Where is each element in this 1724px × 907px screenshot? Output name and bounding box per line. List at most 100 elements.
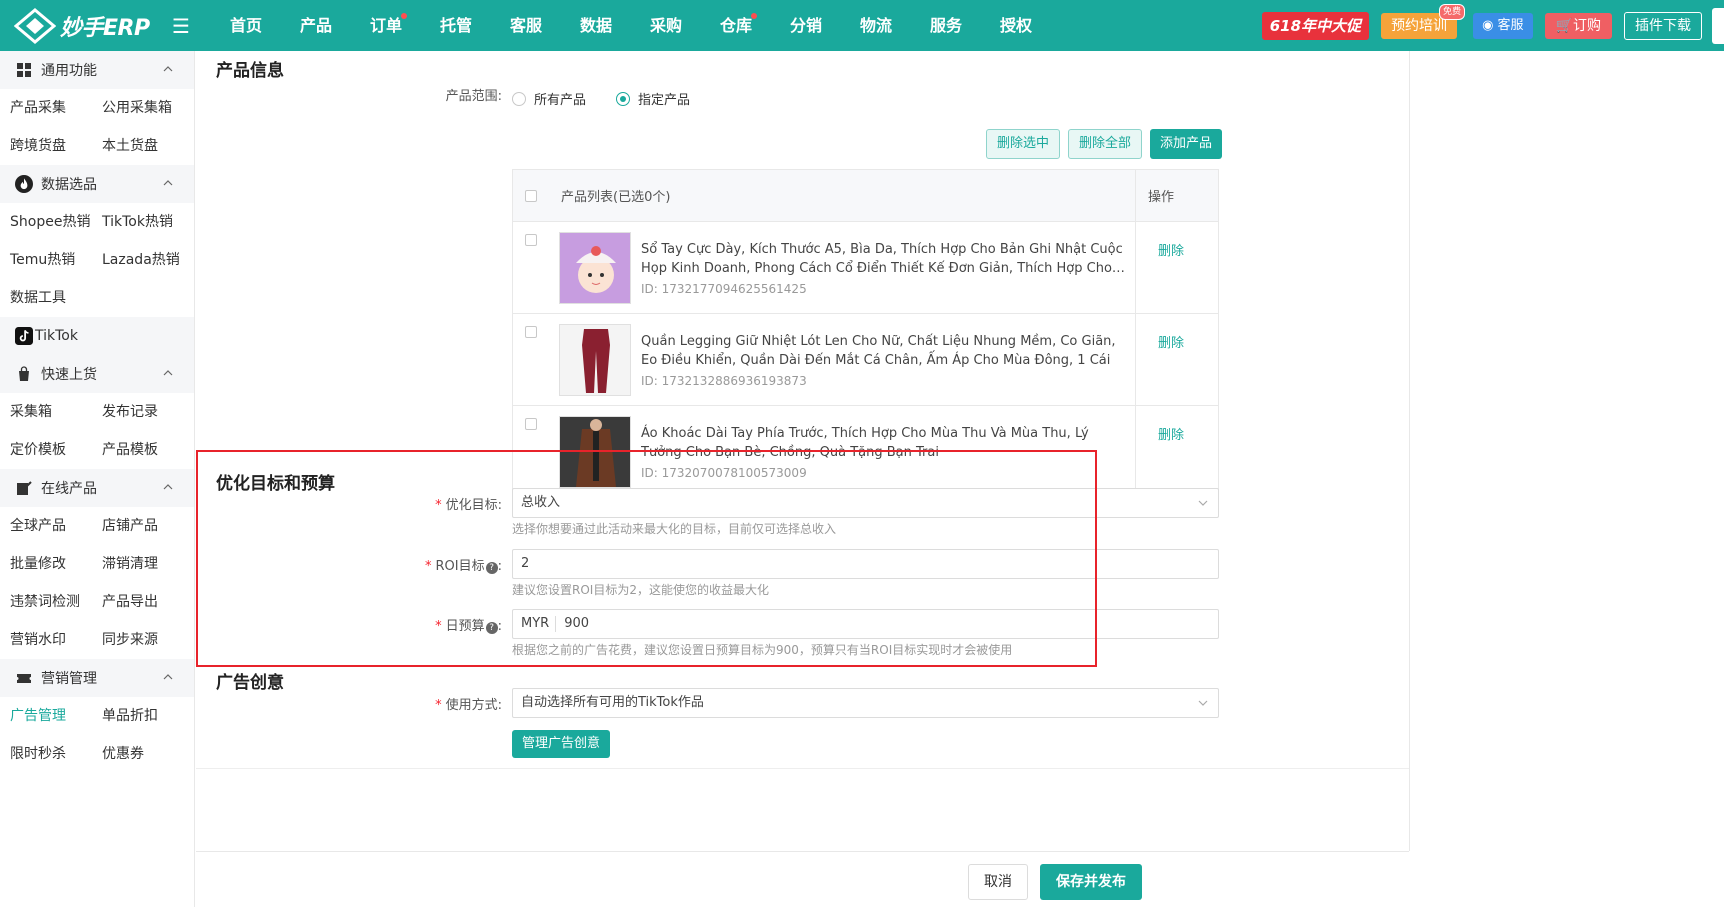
edit-icon xyxy=(15,479,33,497)
sidebar-item[interactable]: 产品采集 xyxy=(0,89,92,127)
nav-item-2[interactable]: 订单 xyxy=(351,0,421,51)
sidebar-item[interactable]: 店铺产品 xyxy=(92,507,192,545)
sidebar-section-header[interactable]: 快速上货 xyxy=(0,355,194,393)
radio-selected-products[interactable]: 指定产品 xyxy=(616,89,690,108)
top-navigation-bar: 妙手ERP ☰ 首页 产品 订单 托管 客服 数据 采购 仓库 分销 物流 服务 授权 618年中大促… xyxy=(0,0,1724,51)
product-id: ID: 1732132886936193873 xyxy=(641,373,807,388)
training-button[interactable]: 预约培训 免费 xyxy=(1381,3,1466,39)
order-button[interactable]: 🛒订购 xyxy=(1544,12,1612,39)
divider xyxy=(196,768,1409,769)
sidebar-item[interactable]: 本土货盘 xyxy=(92,127,192,165)
delete-product-link[interactable]: 删除 xyxy=(1158,424,1184,443)
add-product-button[interactable]: 添加产品 xyxy=(1150,129,1223,159)
nav-item-4[interactable]: 客服 xyxy=(491,0,561,51)
table-row: Quần Legging Giữ Nhiệt Lót Len Cho Nữ, C… xyxy=(513,314,1218,406)
product-thumbnail xyxy=(559,323,631,396)
section-title-product-info: 产品信息 xyxy=(216,61,284,81)
sidebar-item[interactable]: 违禁词检测 xyxy=(0,583,92,621)
row-checkbox[interactable] xyxy=(525,418,537,430)
logo-mark-icon xyxy=(14,7,56,44)
nav-item-11[interactable]: 授权 xyxy=(981,0,1051,51)
row-checkbox[interactable] xyxy=(525,326,537,338)
ticket-icon xyxy=(15,669,33,687)
delete-selected-button[interactable]: 删除选中 xyxy=(986,129,1061,159)
nav-item-6[interactable]: 采购 xyxy=(631,0,701,51)
sidebar-item[interactable]: 产品导出 xyxy=(92,583,192,621)
delete-all-button[interactable]: 删除全部 xyxy=(1068,129,1143,159)
nav-item-1[interactable]: 产品 xyxy=(281,0,351,51)
delete-product-link[interactable]: 删除 xyxy=(1158,332,1184,351)
free-badge: 免费 xyxy=(1439,3,1466,20)
radio-unchecked-icon xyxy=(512,91,526,106)
save-and-publish-button[interactable]: 保存并发布 xyxy=(1040,864,1142,900)
product-table: 产品列表(已选0个) 操作 Sổ Tay Cực Dày, Kích Thước… xyxy=(512,169,1219,495)
product-name: Quần Legging Giữ Nhiệt Lót Len Cho Nữ, C… xyxy=(641,333,1116,368)
sidebar-item[interactable]: 限时秒杀 xyxy=(0,735,92,773)
usage-mode-label: * 使用方式: xyxy=(435,698,502,713)
chevron-up-icon[interactable] xyxy=(162,177,174,189)
sidebar-item[interactable]: 滞销清理 xyxy=(92,545,192,583)
headset-icon: ◉ xyxy=(1482,17,1494,33)
sidebar-item[interactable]: 营销水印 xyxy=(0,621,92,659)
chevron-up-icon[interactable] xyxy=(162,671,174,683)
table-row: Sổ Tay Cực Dày, Kích Thước A5, Bìa Da, T… xyxy=(513,222,1218,314)
product-thumbnail xyxy=(559,231,631,304)
sidebar-item[interactable]: 优惠券 xyxy=(92,735,192,773)
radio-checked-icon xyxy=(616,91,631,106)
row-checkbox[interactable] xyxy=(525,234,537,246)
promo-banner[interactable]: 618年中大促 xyxy=(1261,11,1370,40)
cart-icon: 🛒 xyxy=(1555,17,1573,34)
chevron-up-icon[interactable] xyxy=(162,367,174,379)
sidebar-item[interactable]: Lazada热销 xyxy=(92,241,192,279)
sidebar-item[interactable]: 单品折扣 xyxy=(92,697,192,735)
sidebar-item[interactable]: 广告管理 xyxy=(0,697,92,735)
usage-mode-select[interactable]: 自动选择所有可用的TikTok作品 xyxy=(512,688,1219,718)
nav-item-5[interactable]: 数据 xyxy=(561,0,631,51)
sidebar-section-header[interactable]: 通用功能 xyxy=(0,51,194,89)
highlight-frame xyxy=(196,450,1097,667)
sidebar-section-header[interactable]: 数据选品 xyxy=(0,165,194,203)
sidebar-item[interactable]: 定价模板 xyxy=(0,431,92,469)
menu-toggle-icon[interactable]: ☰ xyxy=(163,14,199,38)
sidebar-item[interactable]: 同步来源 xyxy=(92,621,192,659)
right-panel-divider xyxy=(1409,51,1410,851)
nav-item-0[interactable]: 首页 xyxy=(211,0,281,51)
brand-logo[interactable]: 妙手ERP xyxy=(0,7,163,44)
bag-icon xyxy=(15,365,33,383)
cancel-button[interactable]: 取消 xyxy=(968,864,1028,900)
nav-item-9[interactable]: 物流 xyxy=(841,0,911,51)
sidebar-item[interactable]: 批量修改 xyxy=(0,545,92,583)
nav-item-10[interactable]: 服务 xyxy=(911,0,981,51)
sidebar-item[interactable]: 发布记录 xyxy=(92,393,192,431)
sidebar-item[interactable]: 产品模板 xyxy=(92,431,192,469)
sidebar-section-header[interactable]: 在线产品 xyxy=(0,469,194,507)
product-scope-radio-group: 所有产品 指定产品 xyxy=(512,89,720,108)
nav-item-7[interactable]: 仓库 xyxy=(701,0,771,51)
brand-name: 妙手ERP xyxy=(60,15,150,41)
chevron-up-icon[interactable] xyxy=(162,481,174,493)
nav-item-3[interactable]: 托管 xyxy=(421,0,491,51)
sidebar-item[interactable]: 全球产品 xyxy=(0,507,92,545)
chevron-up-icon[interactable] xyxy=(162,63,174,75)
sidebar-item[interactable]: 数据工具 xyxy=(0,279,92,317)
sidebar-item[interactable]: 采集箱 xyxy=(0,393,92,431)
delete-product-link[interactable]: 删除 xyxy=(1158,240,1184,259)
sidebar-item-tiktok[interactable]: TikTok xyxy=(0,317,194,355)
nav-item-8[interactable]: 分销 xyxy=(771,0,841,51)
edge-tab[interactable] xyxy=(1712,7,1724,44)
radio-all-products[interactable]: 所有产品 xyxy=(512,89,586,108)
fire-icon xyxy=(15,175,33,193)
sidebar-item[interactable]: Shopee热销 xyxy=(0,203,92,241)
sidebar-item[interactable]: 公用采集箱 xyxy=(92,89,192,127)
sidebar-item[interactable]: Temu热销 xyxy=(0,241,92,279)
manage-ad-creative-button[interactable]: 管理广告创意 xyxy=(512,730,611,758)
chevron-down-icon xyxy=(1198,700,1208,706)
sidebar: 通用功能 产品采集 公用采集箱 跨境货盘 本土货盘 数据选品 Shopee热销 TikTok热… xyxy=(0,51,195,907)
customer-service-button[interactable]: ◉ 客服 xyxy=(1473,12,1533,39)
sidebar-item[interactable]: TikTok热销 xyxy=(92,203,192,241)
section-title-ad-creative: 广告创意 xyxy=(216,673,284,693)
plugin-download-button[interactable]: 插件下载 xyxy=(1624,11,1702,40)
select-all-checkbox[interactable] xyxy=(525,189,537,202)
sidebar-item[interactable]: 跨境货盘 xyxy=(0,127,92,165)
sidebar-section-header[interactable]: 营销管理 xyxy=(0,659,194,697)
